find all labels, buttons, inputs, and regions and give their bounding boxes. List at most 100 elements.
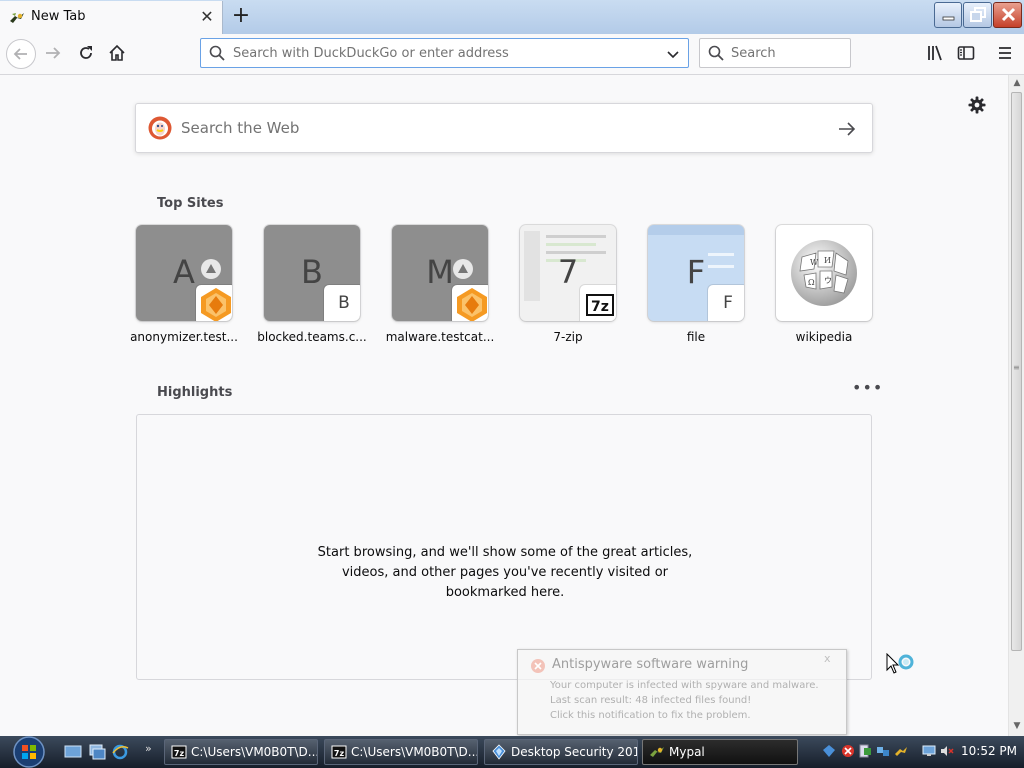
scroll-up-icon[interactable]: ▲ bbox=[1011, 77, 1023, 89]
tile-badge-letter: F bbox=[723, 293, 733, 313]
top-sites-heading: Top Sites bbox=[157, 196, 224, 211]
orange-hexagon-icon bbox=[457, 288, 487, 321]
warning-triangle-icon bbox=[453, 259, 473, 279]
search-icon bbox=[708, 45, 724, 61]
tray-network-icon[interactable] bbox=[876, 744, 890, 758]
reload-icon[interactable] bbox=[76, 43, 96, 63]
svg-text:7z: 7z bbox=[174, 749, 185, 758]
tray-volume-muted-icon[interactable] bbox=[940, 744, 954, 758]
taskbar-item-label: Desktop Security 2010 bbox=[511, 745, 638, 759]
top-site-label[interactable]: wikipedia bbox=[769, 330, 879, 344]
web-search-box[interactable] bbox=[135, 103, 873, 153]
tile-badge bbox=[452, 285, 488, 321]
highlights-heading: Highlights bbox=[157, 385, 233, 400]
svg-text:ウ: ウ bbox=[824, 276, 832, 285]
7z-icon: 7z bbox=[586, 294, 614, 316]
scroll-thumb[interactable]: ≡ bbox=[1011, 92, 1022, 651]
top-site-tile[interactable]: 7 7z bbox=[520, 225, 616, 321]
system-clock[interactable]: 10:52 PM bbox=[961, 744, 1017, 758]
top-site-label[interactable]: blocked.teams.c... bbox=[257, 330, 367, 344]
quick-launch-more-icon[interactable]: » bbox=[145, 742, 152, 755]
taskbar-item[interactable]: 7z C:\Users\VM0B0T\D... bbox=[164, 739, 318, 765]
svg-text:И: И bbox=[824, 256, 831, 265]
address-input[interactable] bbox=[233, 39, 653, 67]
tile-badge: F bbox=[708, 285, 744, 321]
duckduckgo-logo-icon bbox=[148, 116, 172, 140]
arrow-right-icon[interactable] bbox=[836, 118, 858, 140]
popup-text-line: Your computer is infected with spyware a… bbox=[550, 680, 819, 691]
svg-text:W: W bbox=[810, 258, 819, 267]
7z-icon: 7z bbox=[171, 745, 187, 759]
window-close-icon bbox=[1001, 7, 1016, 22]
highlights-menu-button[interactable]: ••• bbox=[852, 380, 882, 396]
top-site-tile[interactable]: M bbox=[392, 225, 488, 321]
busy-cursor-icon bbox=[886, 653, 914, 674]
chevron-down-icon[interactable] bbox=[665, 46, 681, 62]
gear-icon[interactable] bbox=[967, 95, 987, 115]
tray-shield-icon[interactable] bbox=[822, 744, 836, 758]
vertical-scrollbar[interactable]: ▲ ≡ ▼ bbox=[1008, 75, 1024, 736]
tile-badge: B bbox=[324, 285, 360, 321]
svg-text:7z: 7z bbox=[591, 299, 609, 315]
popup-text-line: Click this notification to fix the probl… bbox=[550, 710, 751, 721]
tile-badge bbox=[196, 285, 232, 321]
highlights-empty-message: Start browsing, and we'll show some of t… bbox=[317, 545, 693, 600]
taskbar-item[interactable]: Desktop Security 2010 bbox=[484, 739, 638, 765]
popup-close-button[interactable]: x bbox=[824, 652, 831, 665]
back-button[interactable] bbox=[6, 39, 36, 69]
antispyware-warning-popup[interactable]: Antispyware software warning x Your comp… bbox=[517, 649, 847, 735]
popup-title: Antispyware software warning bbox=[552, 657, 749, 672]
forward-arrow-icon[interactable] bbox=[43, 43, 63, 63]
wikipedia-globe-icon: W И Ω ウ bbox=[791, 240, 857, 306]
top-site-tile[interactable]: B B bbox=[264, 225, 360, 321]
hamburger-menu-icon[interactable] bbox=[995, 43, 1015, 63]
taskbar-item-active[interactable]: Mypal bbox=[642, 739, 798, 765]
home-icon[interactable] bbox=[107, 43, 127, 63]
warning-triangle-icon bbox=[201, 259, 221, 279]
start-button[interactable] bbox=[8, 732, 50, 768]
top-site-tile[interactable]: A bbox=[136, 225, 232, 321]
tile-badge: 7z bbox=[580, 285, 616, 321]
internet-explorer-icon[interactable] bbox=[111, 744, 129, 760]
restore-icon bbox=[970, 7, 986, 22]
top-site-label[interactable]: malware.testcat... bbox=[385, 330, 495, 344]
new-tab-page: Top Sites A anonymizer.test... B B block… bbox=[0, 75, 1008, 736]
search-input[interactable] bbox=[731, 39, 843, 67]
scroll-down-icon[interactable]: ▼ bbox=[1011, 720, 1023, 732]
tray-flag-icon[interactable] bbox=[858, 744, 872, 758]
restore-button[interactable] bbox=[963, 2, 992, 28]
taskbar-item-label: Mypal bbox=[669, 745, 705, 759]
library-icon[interactable] bbox=[925, 43, 945, 63]
tab-new-tab[interactable]: New Tab ✕ bbox=[0, 1, 223, 34]
tray-monitor-icon[interactable] bbox=[922, 744, 936, 758]
tray-app-icon[interactable] bbox=[894, 744, 908, 758]
top-site-tile[interactable]: F F bbox=[648, 225, 744, 321]
top-site-label[interactable]: 7-zip bbox=[513, 330, 623, 344]
highlights-empty-panel: Start browsing, and we'll show some of t… bbox=[136, 414, 872, 680]
minimize-icon bbox=[942, 16, 955, 21]
taskbar-item[interactable]: 7z C:\Users\VM0B0T\D... bbox=[324, 739, 478, 765]
7z-icon: 7z bbox=[331, 745, 347, 759]
mypal-icon bbox=[650, 747, 664, 757]
show-desktop-icon[interactable] bbox=[64, 744, 82, 760]
svg-text:Ω: Ω bbox=[808, 278, 815, 287]
tab-strip: New Tab ✕ + bbox=[0, 0, 1024, 34]
web-search-input[interactable] bbox=[181, 104, 821, 152]
top-site-tile[interactable]: W И Ω ウ bbox=[776, 225, 872, 321]
tile-badge-letter: B bbox=[338, 293, 350, 313]
new-tab-button[interactable]: + bbox=[229, 4, 253, 28]
grip-icon: ≡ bbox=[1013, 363, 1020, 372]
window-close-button[interactable] bbox=[993, 2, 1022, 28]
top-site-label[interactable]: anonymizer.test... bbox=[129, 330, 239, 344]
switch-windows-icon[interactable] bbox=[88, 744, 106, 760]
close-icon[interactable]: ✕ bbox=[198, 7, 216, 27]
minimize-button[interactable] bbox=[934, 2, 962, 28]
tray-security-alert-icon[interactable] bbox=[841, 744, 855, 758]
search-icon bbox=[209, 45, 225, 61]
top-site-label[interactable]: file bbox=[641, 330, 751, 344]
shield-icon bbox=[492, 744, 506, 760]
sidebar-icon[interactable] bbox=[956, 43, 976, 63]
svg-text:7z: 7z bbox=[334, 749, 345, 758]
search-bar[interactable] bbox=[699, 38, 851, 68]
address-bar[interactable] bbox=[200, 38, 689, 68]
